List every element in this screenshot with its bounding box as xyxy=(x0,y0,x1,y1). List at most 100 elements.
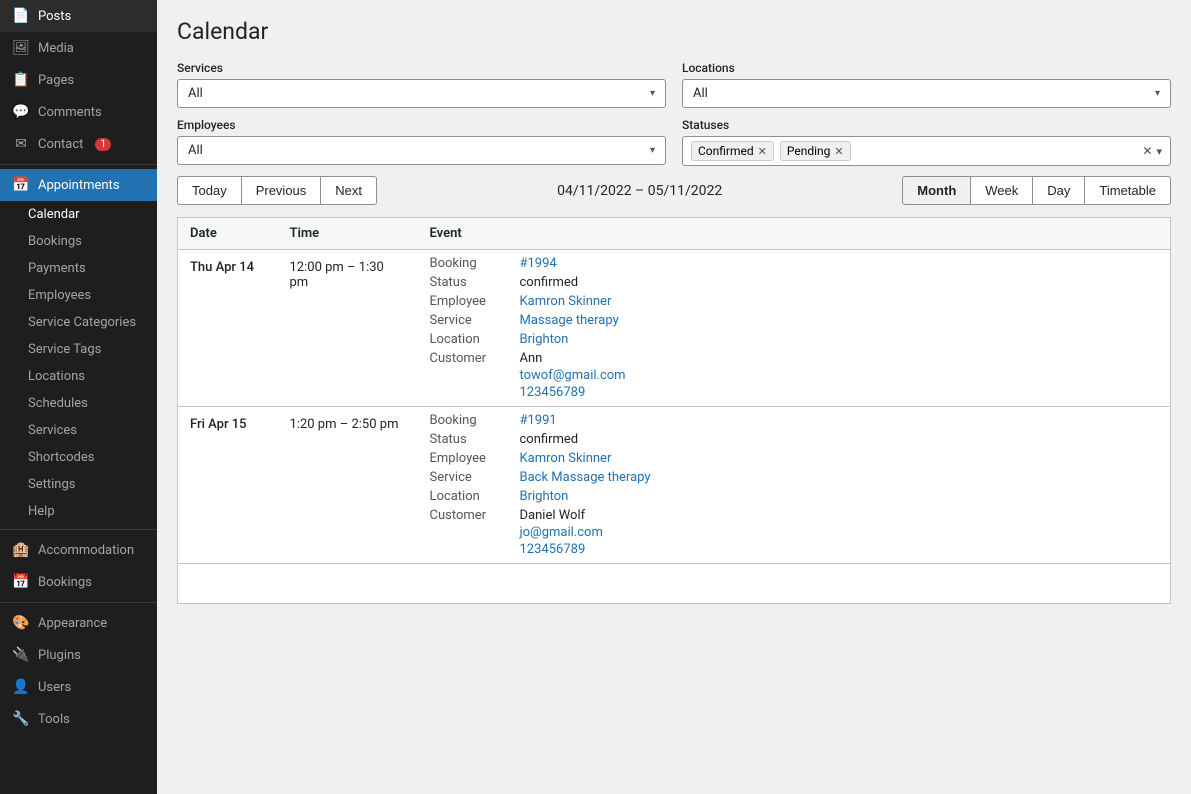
sidebar-item-contact-label: Contact xyxy=(38,137,83,152)
booking-label: Booking xyxy=(430,256,520,271)
col-time: Time xyxy=(278,218,418,250)
row2-booking-link[interactable]: #1991 xyxy=(520,413,557,428)
statuses-chevron-icon[interactable]: ▾ xyxy=(1156,145,1162,158)
sidebar-sub-shortcodes[interactable]: Shortcodes xyxy=(0,444,157,471)
row1-event-inner: Booking #1994 Status confirmed Employee … xyxy=(430,256,1159,400)
next-button[interactable]: Next xyxy=(321,176,377,205)
previous-button[interactable]: Previous xyxy=(242,176,322,205)
sidebar-item-users-label: Users xyxy=(38,680,71,695)
row2-employee-row: Employee Kamron Skinner xyxy=(430,451,1159,466)
bookings2-icon: 📅 xyxy=(12,574,30,590)
sidebar-item-tools[interactable]: 🔧 Tools xyxy=(0,703,157,735)
row2-customer-phone[interactable]: 123456789 xyxy=(520,542,603,557)
employees-chevron-icon: ▾ xyxy=(650,145,655,156)
sidebar-item-posts-label: Posts xyxy=(38,9,71,24)
row2-time: 1:20 pm – 2:50 pm xyxy=(278,407,418,564)
sidebar-item-posts[interactable]: 📄 Posts xyxy=(0,0,157,32)
status-label-2: Status xyxy=(430,432,520,447)
sidebar-item-comments-label: Comments xyxy=(38,105,102,120)
table-row-empty xyxy=(178,564,1171,604)
sidebar-sub-schedules[interactable]: Schedules xyxy=(0,390,157,417)
row1-booking-row: Booking #1994 xyxy=(430,256,1159,271)
employees-select[interactable]: All ▾ xyxy=(177,136,666,165)
sidebar-sub-locations[interactable]: Locations xyxy=(0,363,157,390)
row2-customer-email[interactable]: jo@gmail.com xyxy=(520,525,603,540)
booking-label-2: Booking xyxy=(430,413,520,428)
statuses-clear-icon[interactable]: ✕ xyxy=(1142,144,1152,158)
remove-pending-button[interactable]: ✕ xyxy=(834,145,843,158)
sidebar-item-users[interactable]: 👤 Users xyxy=(0,671,157,703)
row1-status-value: confirmed xyxy=(520,275,579,290)
accommodation-icon: 🏨 xyxy=(12,542,30,558)
row2-service-row: Service Back Massage therapy xyxy=(430,470,1159,485)
services-select[interactable]: All ▾ xyxy=(177,79,666,108)
row1-booking-link[interactable]: #1994 xyxy=(520,256,557,271)
service-label: Service xyxy=(430,313,520,328)
sidebar-sub-help[interactable]: Help xyxy=(0,498,157,525)
view-day-button[interactable]: Day xyxy=(1033,176,1085,205)
sidebar-item-contact[interactable]: ✉ Contact 1 xyxy=(0,128,157,160)
row1-employee-link[interactable]: Kamron Skinner xyxy=(520,294,612,309)
row1-customer-row: Customer Ann towof@gmail.com 123456789 xyxy=(430,351,1159,400)
location-label-2: Location xyxy=(430,489,520,504)
sidebar-item-tools-label: Tools xyxy=(38,712,70,727)
empty-row-cell xyxy=(178,564,1171,604)
sidebar-item-appointments[interactable]: 📅 Appointments xyxy=(0,169,157,201)
row1-customer-block: Ann towof@gmail.com 123456789 xyxy=(520,351,626,400)
locations-label: Locations xyxy=(682,61,1171,75)
services-label: Services xyxy=(177,61,666,75)
sidebar-item-plugins[interactable]: 🔌 Plugins xyxy=(0,639,157,671)
col-date: Date xyxy=(178,218,278,250)
row1-location-link[interactable]: Brighton xyxy=(520,332,569,347)
appearance-icon: 🎨 xyxy=(12,615,30,631)
view-week-button[interactable]: Week xyxy=(971,176,1033,205)
comments-icon: 💬 xyxy=(12,104,30,120)
row2-status-row: Status confirmed xyxy=(430,432,1159,447)
status-pending-label: Pending xyxy=(787,144,831,158)
locations-select[interactable]: All ▾ xyxy=(682,79,1171,108)
sidebar-sub-bookings[interactable]: Bookings xyxy=(0,228,157,255)
page-title: Calendar xyxy=(177,18,1171,45)
sidebar-sub-calendar[interactable]: Calendar xyxy=(0,201,157,228)
sidebar-item-bookings2[interactable]: 📅 Bookings xyxy=(0,566,157,598)
row2-employee-link[interactable]: Kamron Skinner xyxy=(520,451,612,466)
services-value: All xyxy=(188,86,650,101)
locations-value: All xyxy=(693,86,1155,101)
col-event: Event xyxy=(418,218,1171,250)
row2-location-link[interactable]: Brighton xyxy=(520,489,569,504)
sidebar-item-appearance[interactable]: 🎨 Appearance xyxy=(0,607,157,639)
sidebar-item-bookings2-label: Bookings xyxy=(38,575,92,590)
sidebar-sub-employees[interactable]: Employees xyxy=(0,282,157,309)
sidebar-sub-service-categories[interactable]: Service Categories xyxy=(0,309,157,336)
status-label: Status xyxy=(430,275,520,290)
sidebar-item-accommodation[interactable]: 🏨 Accommodation xyxy=(0,534,157,566)
sidebar-sub-settings[interactable]: Settings xyxy=(0,471,157,498)
service-label-2: Service xyxy=(430,470,520,485)
status-tag-confirmed: Confirmed ✕ xyxy=(691,141,774,161)
sidebar-sub-services[interactable]: Services xyxy=(0,417,157,444)
sidebar-item-media[interactable]: 🖼 Media xyxy=(0,32,157,64)
table-row: Fri Apr 15 1:20 pm – 2:50 pm Booking #19… xyxy=(178,407,1171,564)
employees-value: All xyxy=(188,143,650,158)
remove-confirmed-button[interactable]: ✕ xyxy=(758,145,767,158)
sidebar-sub-payments[interactable]: Payments xyxy=(0,255,157,282)
sidebar-item-plugins-label: Plugins xyxy=(38,648,81,663)
sidebar: 📄 Posts 🖼 Media 📋 Pages 💬 Comments ✉ Con… xyxy=(0,0,157,794)
sidebar-item-comments[interactable]: 💬 Comments xyxy=(0,96,157,128)
contact-icon: ✉ xyxy=(12,136,30,152)
row2-event-inner: Booking #1991 Status confirmed Employee … xyxy=(430,413,1159,557)
row1-service-link[interactable]: Massage therapy xyxy=(520,313,619,328)
view-month-button[interactable]: Month xyxy=(902,176,971,205)
statuses-select[interactable]: Confirmed ✕ Pending ✕ ✕ ▾ xyxy=(682,136,1171,166)
statuses-actions: ✕ ▾ xyxy=(1142,144,1162,158)
today-button[interactable]: Today xyxy=(177,176,242,205)
locations-chevron-icon: ▾ xyxy=(1155,88,1160,99)
row1-customer-phone[interactable]: 123456789 xyxy=(520,385,626,400)
row1-employee-row: Employee Kamron Skinner xyxy=(430,294,1159,309)
plugins-icon: 🔌 xyxy=(12,647,30,663)
sidebar-item-pages[interactable]: 📋 Pages xyxy=(0,64,157,96)
row2-service-link[interactable]: Back Massage therapy xyxy=(520,470,651,485)
row1-customer-email[interactable]: towof@gmail.com xyxy=(520,368,626,383)
view-timetable-button[interactable]: Timetable xyxy=(1085,176,1171,205)
sidebar-sub-service-tags[interactable]: Service Tags xyxy=(0,336,157,363)
